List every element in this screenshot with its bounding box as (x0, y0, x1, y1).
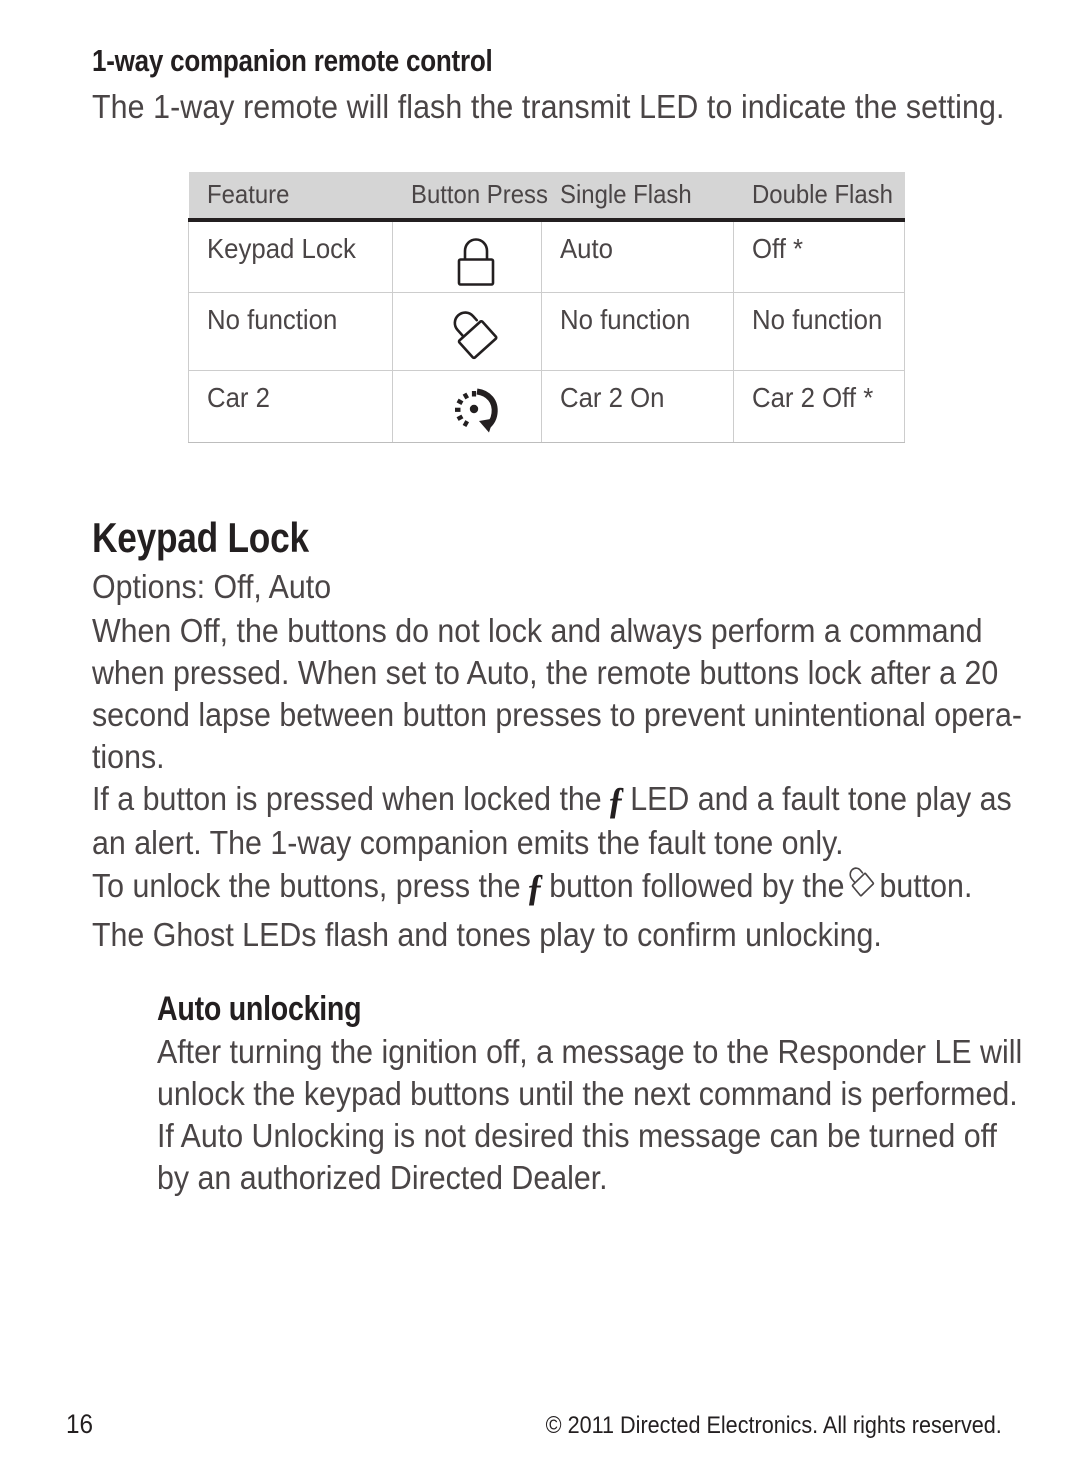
cell-button-press (392, 220, 542, 293)
paragraph-line: If Auto Unlocking is not desired this me… (157, 1117, 997, 1154)
options-line-text: Options: Off, Auto (92, 568, 332, 605)
table-row: Car 2 Car 2 On Car 2 Off * (188, 370, 905, 443)
cell-feature-label: No function (207, 303, 338, 335)
keypad-lock-description-paragraph: When Off, the buttons do not lock and al… (92, 610, 1080, 778)
unlock-line-part-c: button. (879, 867, 973, 904)
table-header-single-flash-label: Single Flash (559, 178, 692, 209)
cell-single-flash-label: No function (560, 303, 691, 335)
cell-double-flash: Car 2 Off * (733, 370, 905, 443)
paragraph-line: second lapse between button presses to p… (92, 696, 1022, 733)
fault-line-after: LED and a fault tone play as (630, 780, 1012, 817)
paragraph-line: The Ghost LEDs flash and tones play to c… (92, 916, 882, 953)
auto-unlocking-paragraph: After turning the ignition off, a messag… (157, 1031, 1080, 1199)
paragraph-line: If a button is pressed when locked the ƒ L… (92, 778, 1012, 822)
feature-table: Feature Button Press Single Flash Double… (188, 172, 905, 443)
paragraph-line: an alert. The 1-way companion emits the … (92, 824, 844, 861)
table-row: Keypad Lock Auto Off * (188, 220, 905, 293)
keypad-lock-unlock-instructions-paragraph: To unlock the buttons, press the ƒ button … (92, 862, 1049, 956)
unlock-line-part-b: button followed by the (549, 867, 845, 904)
table-header-button-press-label: Button Press (410, 178, 548, 209)
table-row: No function No function No function (188, 292, 905, 371)
cell-single-flash-label: Auto (560, 233, 614, 264)
cell-double-flash-label: Car 2 Off * (752, 381, 874, 413)
paragraph-line: tions. (92, 738, 165, 775)
cell-double-flash-label: Off * (752, 233, 804, 264)
table-header-feature: Feature (188, 172, 393, 222)
car-two-dial-arrow-icon (449, 388, 503, 432)
lightning-f-glyph-icon: ƒ (607, 780, 625, 822)
cell-button-press (392, 370, 542, 443)
heading-keypad-lock: Keypad Lock (92, 514, 309, 561)
heading-auto-unlocking: Auto unlocking (157, 990, 362, 1028)
paragraph-line: When Off, the buttons do not lock and al… (92, 612, 983, 649)
section-intro-one-way-companion: The 1-way remote will flash the transmit… (92, 88, 1005, 125)
table-header-double-flash-label: Double Flash (751, 178, 893, 209)
keypad-lock-options-line: Options: Off, Auto (92, 566, 352, 608)
paragraph-line: by an authorized Directed Dealer. (157, 1159, 608, 1196)
cell-button-press (392, 292, 542, 371)
cell-feature: No function (188, 292, 393, 371)
cell-single-flash: No function (541, 292, 734, 371)
cell-feature-label: Car 2 (207, 381, 270, 413)
lightning-f-glyph-icon: ƒ (526, 867, 544, 909)
paragraph-line: when pressed. When set to Auto, the remo… (92, 654, 999, 691)
cell-feature: Keypad Lock (188, 220, 393, 293)
table-header-row: Feature Button Press Single Flash Double… (188, 172, 905, 222)
section-title-one-way-companion: 1-way companion remote control (92, 43, 493, 78)
paragraph-line: After turning the ignition off, a messag… (157, 1033, 1023, 1070)
table-header-feature-label: Feature (206, 178, 289, 209)
padlock-unlocked-icon (448, 310, 504, 359)
fault-line-before: If a button is pressed when locked the (92, 780, 602, 817)
cell-feature-label: Keypad Lock (207, 233, 356, 264)
paragraph-line: To unlock the buttons, press the ƒ button … (92, 862, 972, 914)
page-number: 16 (66, 1409, 94, 1439)
copyright-notice: © 2011 Directed Electronics. All rights … (545, 1412, 1002, 1439)
cell-double-flash-label: No function (752, 303, 883, 335)
cell-double-flash: Off * (733, 220, 905, 293)
cell-single-flash: Car 2 On (541, 370, 734, 443)
cell-feature: Car 2 (188, 370, 393, 443)
table-header-button-press: Button Press (392, 172, 547, 222)
padlock-unlocked-icon (845, 862, 880, 914)
cell-double-flash: No function (733, 292, 905, 371)
cell-single-flash-label: Car 2 On (560, 381, 665, 413)
unlock-line-part-a: To unlock the buttons, press the (92, 867, 521, 904)
cell-single-flash: Auto (541, 220, 734, 293)
padlock-locked-icon (450, 238, 502, 286)
paragraph-line: unlock the keypad buttons until the next… (157, 1075, 1018, 1112)
document-page: 1-way companion remote control The 1-way… (0, 0, 1080, 1461)
table-header-double-flash: Double Flash (733, 172, 905, 222)
table-header-single-flash: Single Flash (541, 172, 734, 222)
feature-table-wrapper: Feature Button Press Single Flash Double… (188, 172, 905, 443)
keypad-lock-fault-tone-paragraph: If a button is pressed when locked the ƒ L… (92, 778, 1080, 864)
